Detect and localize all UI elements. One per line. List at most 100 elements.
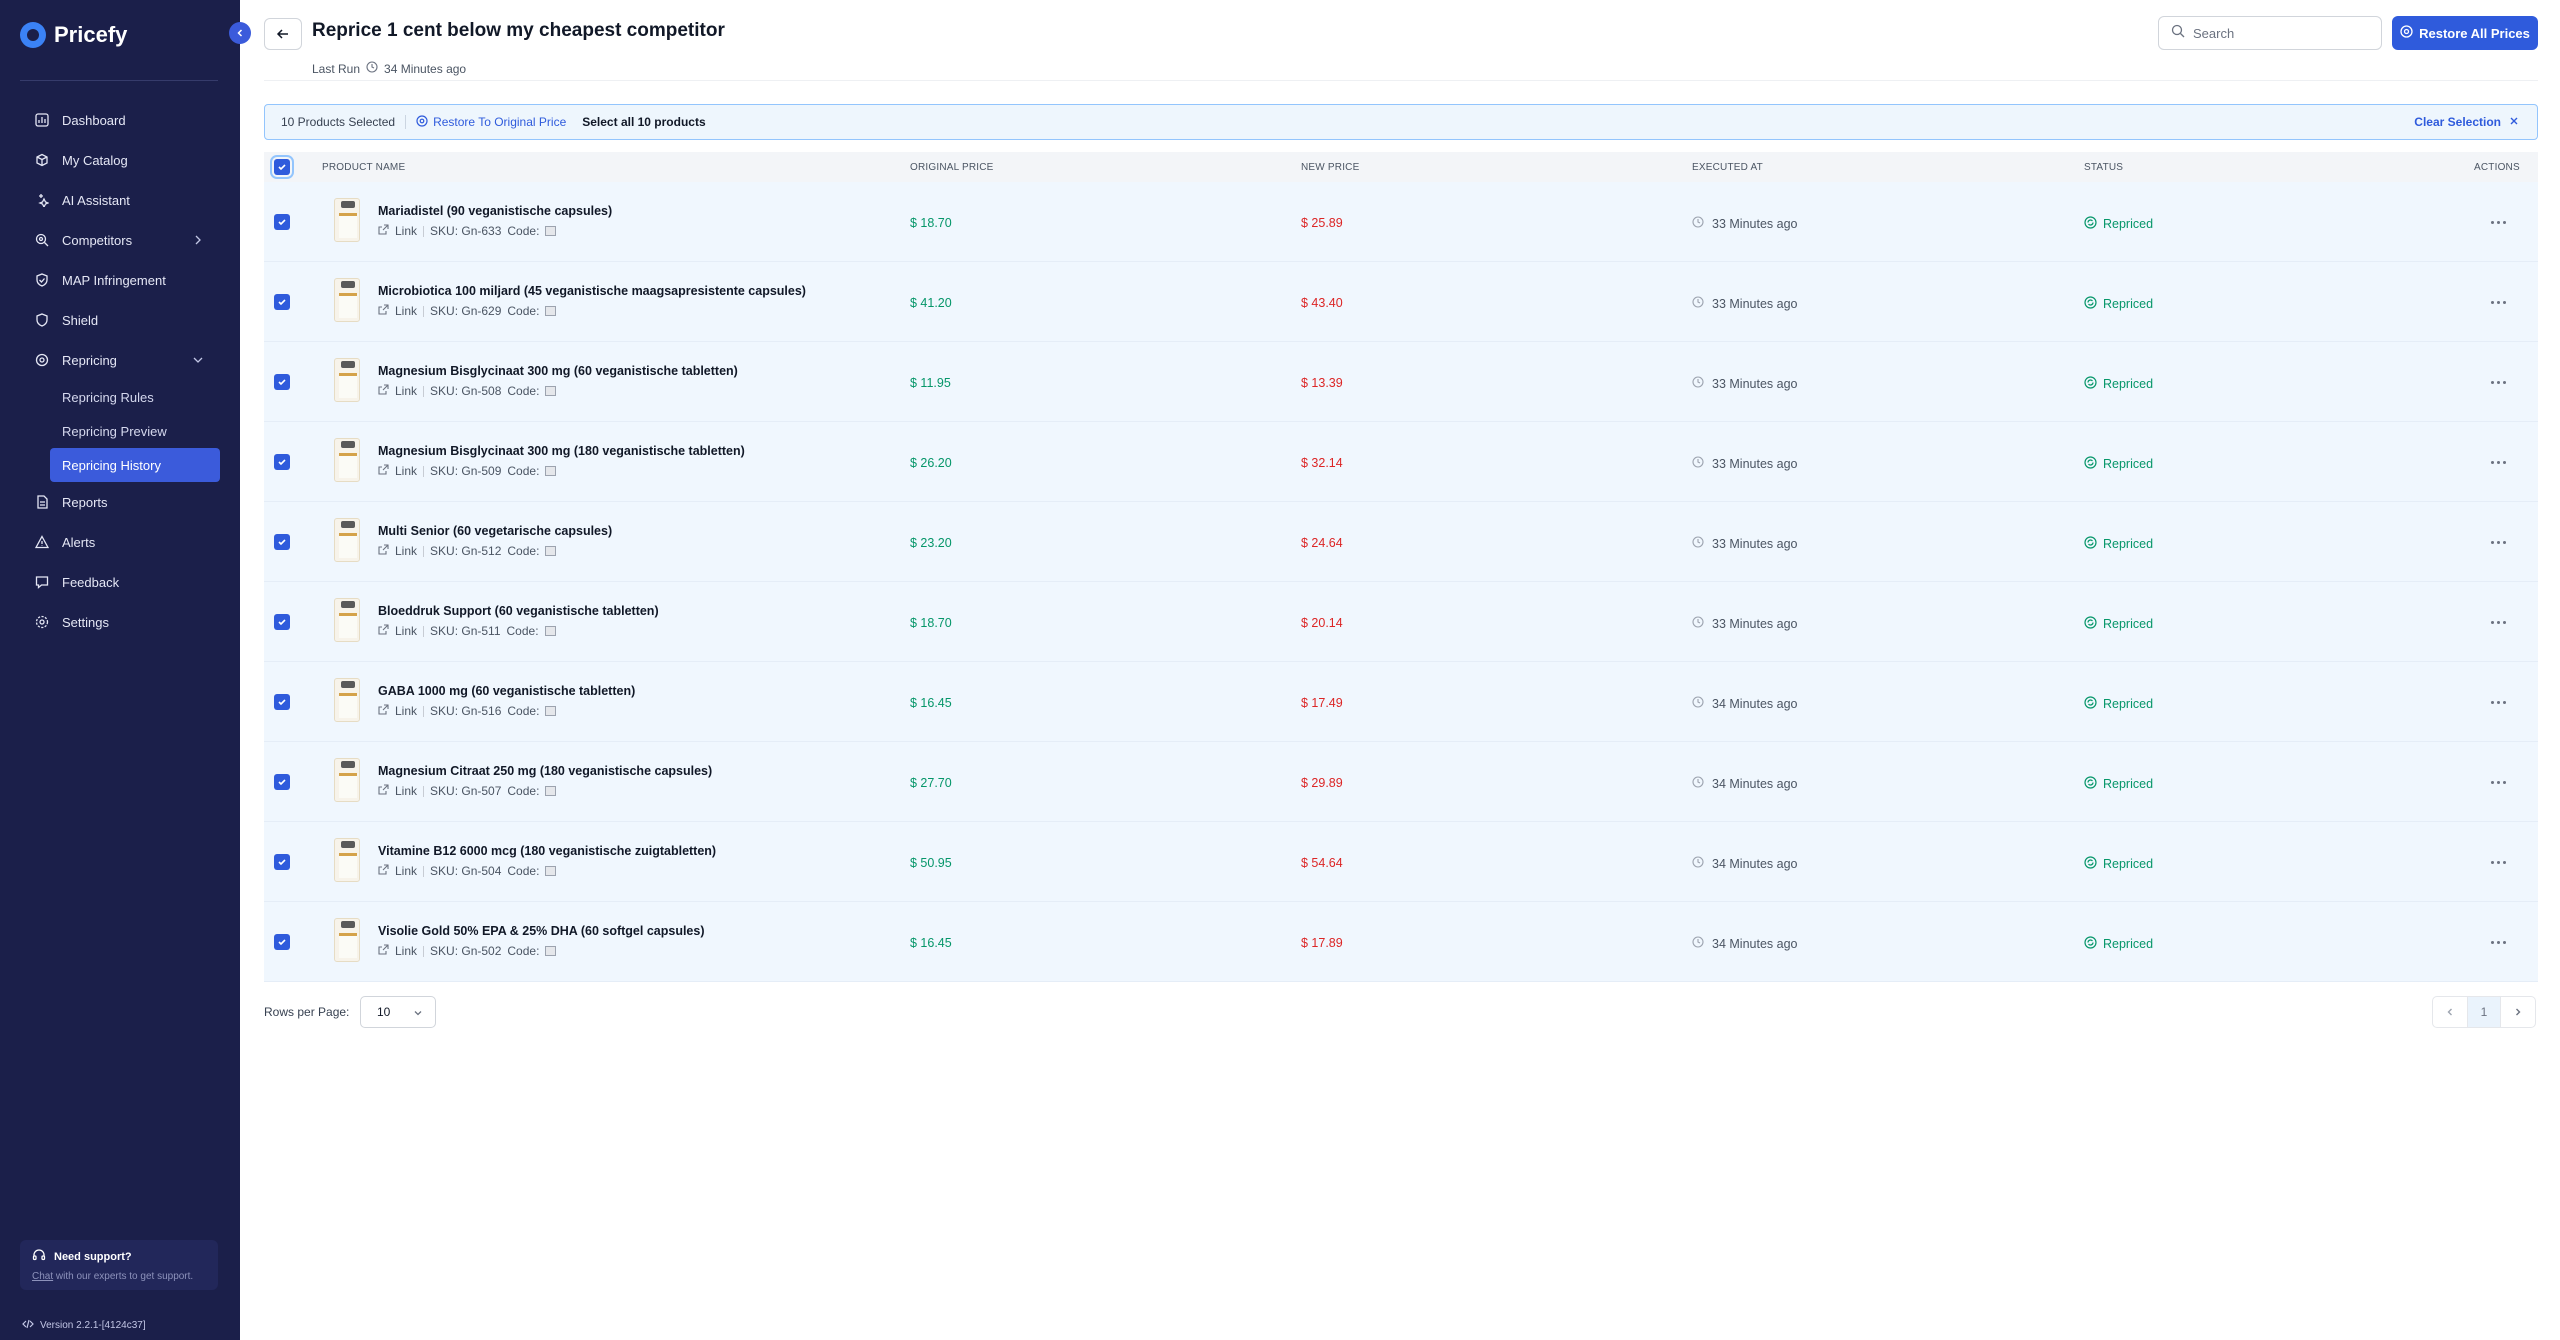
row-actions-menu[interactable] <box>2486 932 2510 952</box>
row-checkbox[interactable] <box>274 374 290 390</box>
row-checkbox[interactable] <box>274 534 290 550</box>
search-box[interactable] <box>2158 16 2382 50</box>
select-all-checkbox[interactable] <box>270 155 294 179</box>
sidebar-item-repricing-history[interactable]: Repricing History <box>50 448 220 482</box>
sidebar-item-competitors[interactable]: Competitors <box>20 220 220 260</box>
row-checkbox[interactable] <box>274 614 290 630</box>
brand-logo[interactable]: Pricefy <box>20 22 127 48</box>
sidebar-item-repricing-preview[interactable]: Repricing Preview <box>50 414 220 448</box>
product-name[interactable]: Microbiotica 100 miljard (45 veganistisc… <box>378 284 806 298</box>
product-link[interactable]: Link <box>395 464 417 478</box>
clear-selection-button[interactable]: Clear Selection <box>2414 115 2519 129</box>
original-price: $ 18.70 <box>910 616 952 630</box>
prev-page-button[interactable] <box>2433 997 2467 1027</box>
support-chat-link[interactable]: Chat <box>32 1271 53 1282</box>
product-thumbnail[interactable] <box>334 838 360 882</box>
row-actions-menu[interactable] <box>2486 532 2510 552</box>
restore-all-prices-button[interactable]: Restore All Prices <box>2392 16 2538 50</box>
sidebar-item-dashboard[interactable]: Dashboard <box>20 100 220 140</box>
sidebar-item-repricing-rules[interactable]: Repricing Rules <box>50 380 220 414</box>
row-checkbox[interactable] <box>274 214 290 230</box>
executed-at: 33 Minutes ago <box>1692 216 1797 231</box>
rows-per-page-select[interactable]: 10 <box>360 996 436 1028</box>
product-link[interactable]: Link <box>395 224 417 238</box>
product-link[interactable]: Link <box>395 944 417 958</box>
row-actions-menu[interactable] <box>2486 292 2510 312</box>
product-link[interactable]: Link <box>395 784 417 798</box>
dashboard-icon <box>34 112 50 128</box>
collapse-sidebar-button[interactable] <box>229 22 251 44</box>
row-checkbox[interactable] <box>274 694 290 710</box>
clock-icon <box>1692 936 1704 951</box>
sidebar-item-alerts[interactable]: Alerts <box>20 522 220 562</box>
sidebar-item-shield[interactable]: Shield <box>20 300 220 340</box>
status-badge: Repriced <box>2084 936 2153 952</box>
product-thumbnail[interactable] <box>334 758 360 802</box>
sidebar-item-reports[interactable]: Reports <box>20 482 220 522</box>
table-row[interactable]: Magnesium Bisglycinaat 300 mg (60 vegani… <box>264 342 2538 422</box>
table-row[interactable]: Vitamine B12 6000 mcg (180 veganistische… <box>264 822 2538 902</box>
column-header-original-price[interactable]: Original Price <box>910 162 994 173</box>
product-link[interactable]: Link <box>395 624 417 638</box>
sidebar-item-map-infringement[interactable]: MAP Infringement <box>20 260 220 300</box>
product-name[interactable]: Visolie Gold 50% EPA & 25% DHA (60 softg… <box>378 924 705 938</box>
product-name[interactable]: Mariadistel (90 veganistische capsules) <box>378 204 612 218</box>
product-thumbnail[interactable] <box>334 438 360 482</box>
column-header-status[interactable]: Status <box>2084 162 2123 173</box>
next-page-button[interactable] <box>2501 997 2535 1027</box>
product-link[interactable]: Link <box>395 704 417 718</box>
row-checkbox[interactable] <box>274 294 290 310</box>
search-input[interactable] <box>2193 25 2363 41</box>
column-header-new-price[interactable]: New Price <box>1301 162 1359 173</box>
product-link[interactable]: Link <box>395 384 417 398</box>
sidebar-item-my-catalog[interactable]: My Catalog <box>20 140 220 180</box>
product-name[interactable]: Vitamine B12 6000 mcg (180 veganistische… <box>378 844 716 858</box>
product-thumbnail[interactable] <box>334 198 360 242</box>
product-link[interactable]: Link <box>395 304 417 318</box>
product-thumbnail[interactable] <box>334 598 360 642</box>
back-button[interactable] <box>264 18 302 50</box>
restore-original-price-button[interactable]: Restore To Original Price <box>416 114 566 130</box>
row-actions-menu[interactable] <box>2486 852 2510 872</box>
row-actions-menu[interactable] <box>2486 452 2510 472</box>
row-actions-menu[interactable] <box>2486 212 2510 232</box>
row-checkbox[interactable] <box>274 774 290 790</box>
column-header-product-name[interactable]: Product Name <box>322 162 405 173</box>
row-checkbox[interactable] <box>274 854 290 870</box>
table-row[interactable]: GABA 1000 mg (60 veganistische tabletten… <box>264 662 2538 742</box>
row-actions-menu[interactable] <box>2486 612 2510 632</box>
product-name[interactable]: Magnesium Bisglycinaat 300 mg (60 vegani… <box>378 364 738 378</box>
row-checkbox[interactable] <box>274 934 290 950</box>
row-actions-menu[interactable] <box>2486 372 2510 392</box>
table-row[interactable]: Multi Senior (60 vegetarische capsules) … <box>264 502 2538 582</box>
page-number-button[interactable]: 1 <box>2467 997 2501 1027</box>
product-thumbnail[interactable] <box>334 678 360 722</box>
sidebar-item-repricing[interactable]: Repricing <box>20 340 220 380</box>
product-name[interactable]: Bloeddruk Support (60 veganistische tabl… <box>378 604 659 618</box>
table-row[interactable]: Bloeddruk Support (60 veganistische tabl… <box>264 582 2538 662</box>
table-row[interactable]: Microbiotica 100 miljard (45 veganistisc… <box>264 262 2538 342</box>
select-all-button[interactable]: Select all 10 products <box>582 115 705 129</box>
product-thumbnail[interactable] <box>334 518 360 562</box>
product-name[interactable]: Magnesium Citraat 250 mg (180 veganistis… <box>378 764 712 778</box>
table-row[interactable]: Magnesium Citraat 250 mg (180 veganistis… <box>264 742 2538 822</box>
product-link[interactable]: Link <box>395 544 417 558</box>
product-thumbnail[interactable] <box>334 918 360 962</box>
product-thumbnail[interactable] <box>334 358 360 402</box>
sidebar-item-feedback[interactable]: Feedback <box>20 562 220 602</box>
product-thumbnail[interactable] <box>334 278 360 322</box>
sidebar-item-ai-assistant[interactable]: AI Assistant <box>20 180 220 220</box>
row-actions-menu[interactable] <box>2486 692 2510 712</box>
product-link[interactable]: Link <box>395 864 417 878</box>
product-name[interactable]: Magnesium Bisglycinaat 300 mg (180 vegan… <box>378 444 745 458</box>
product-name[interactable]: Multi Senior (60 vegetarische capsules) <box>378 524 612 538</box>
table-row[interactable]: Visolie Gold 50% EPA & 25% DHA (60 softg… <box>264 902 2538 982</box>
product-name[interactable]: GABA 1000 mg (60 veganistische tabletten… <box>378 684 635 698</box>
table-row[interactable]: Mariadistel (90 veganistische capsules) … <box>264 182 2538 262</box>
sidebar-item-settings[interactable]: Settings <box>20 602 220 642</box>
row-actions-menu[interactable] <box>2486 772 2510 792</box>
table-row[interactable]: Magnesium Bisglycinaat 300 mg (180 vegan… <box>264 422 2538 502</box>
product-sku: SKU: Gn-629 <box>430 304 502 318</box>
row-checkbox[interactable] <box>274 454 290 470</box>
column-header-executed-at[interactable]: Executed At <box>1692 162 1763 173</box>
